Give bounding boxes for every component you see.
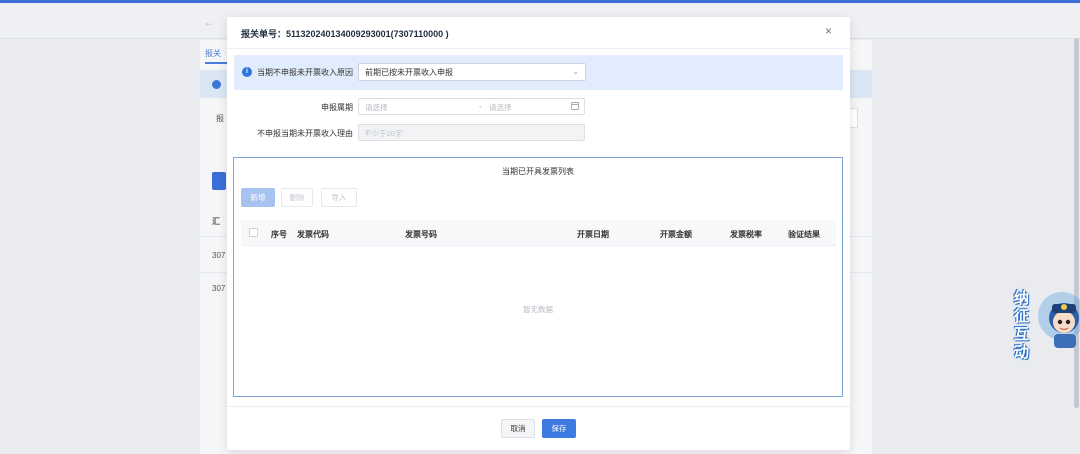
modal-header-divider bbox=[227, 48, 850, 49]
column-header: 发票税率 bbox=[730, 230, 762, 239]
reason-text-input[interactable]: 不少于20字 bbox=[358, 124, 585, 141]
column-header: 验证结果 bbox=[788, 230, 820, 239]
background-tab-indicator bbox=[205, 62, 227, 64]
assistant-mascot[interactable]: 纳 征 互 动 bbox=[1014, 282, 1080, 361]
background-row-2: 307 bbox=[212, 284, 226, 293]
add-button[interactable]: 新增 bbox=[241, 188, 275, 207]
invoice-table-title: 当期已开具发票列表 bbox=[502, 167, 574, 176]
delete-button[interactable]: 删除 bbox=[281, 188, 313, 207]
modal-footer-divider bbox=[227, 406, 850, 407]
reason-text-placeholder: 不少于20字 bbox=[364, 129, 403, 138]
mascot-label: 纳 征 互 动 bbox=[1014, 290, 1030, 361]
period-separator: - bbox=[479, 102, 482, 111]
column-header: 发票代码 bbox=[297, 230, 329, 239]
back-arrow-icon[interactable]: ← bbox=[203, 15, 215, 29]
empty-state-text: 暂无数据 bbox=[523, 305, 553, 314]
info-icon: i bbox=[242, 67, 252, 77]
background-button[interactable] bbox=[212, 172, 226, 190]
reason-select[interactable]: 前期已按未开票收入申报 ⌄ bbox=[358, 63, 586, 81]
column-header: 序号 bbox=[271, 230, 287, 239]
column-header: 开票日期 bbox=[577, 230, 609, 239]
background-info-icon bbox=[212, 80, 221, 89]
import-button[interactable]: 导入 bbox=[321, 188, 357, 207]
reason-label: 当期不申报未开票收入原因 bbox=[257, 68, 353, 77]
modal-title: 报关单号：511320240134009293001(7307110000 ) bbox=[241, 29, 449, 39]
background-section-label: 汇 bbox=[212, 217, 220, 226]
reason-bar: i 当期不申报未开票收入原因 前期已按未开票收入申报 ⌄ bbox=[234, 55, 843, 90]
period-label: 申报属期 bbox=[321, 103, 353, 112]
reason-text-label: 不申报当期未开票收入理由 bbox=[257, 129, 353, 138]
period-date-range[interactable]: 请选择 - 请选择 bbox=[358, 98, 585, 115]
background-tab[interactable]: 报关 bbox=[205, 48, 221, 59]
background-row-1: 307 bbox=[212, 251, 226, 260]
column-header: 发票号码 bbox=[405, 230, 437, 239]
close-icon[interactable]: × bbox=[825, 25, 832, 37]
chevron-down-icon: ⌄ bbox=[572, 67, 579, 76]
page-scrollbar[interactable] bbox=[1074, 38, 1079, 408]
background-row-label: 报 bbox=[216, 114, 224, 123]
save-button[interactable]: 保存 bbox=[542, 419, 576, 438]
customs-declaration-modal: 报关单号：511320240134009293001(7307110000 ) … bbox=[227, 17, 850, 450]
invoice-table-panel: 当期已开具发票列表 新增 删除 导入 序号 发票代码 发票号码 开票日期 开票金… bbox=[233, 157, 843, 397]
period-end-input[interactable]: 请选择 bbox=[489, 102, 512, 113]
calendar-icon bbox=[571, 102, 579, 110]
select-all-checkbox[interactable] bbox=[249, 228, 258, 237]
period-start-input[interactable]: 请选择 bbox=[365, 102, 388, 113]
column-header: 开票金额 bbox=[660, 230, 692, 239]
cancel-button[interactable]: 取消 bbox=[501, 419, 535, 438]
invoice-table-header: 序号 发票代码 发票号码 开票日期 开票金额 发票税率 验证结果 bbox=[241, 220, 836, 246]
reason-select-value: 前期已按未开票收入申报 bbox=[365, 68, 453, 77]
